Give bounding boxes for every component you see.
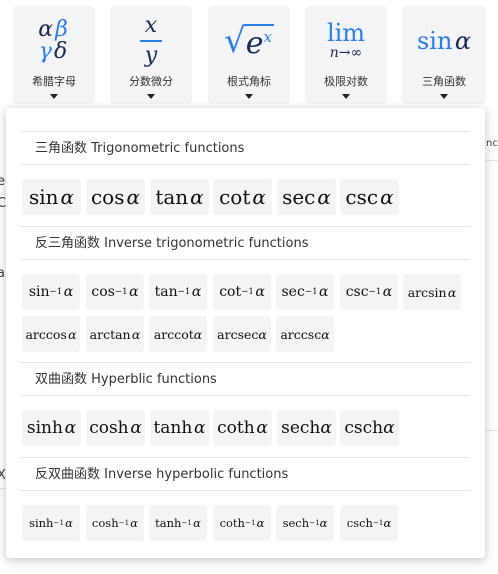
radical-icon: √ ex (224, 21, 274, 61)
radical-exponent: x (263, 28, 272, 46)
section-header-inverse-trig: 反三角函数 Inverse trigonometric functions (20, 226, 470, 260)
arccsc-button[interactable]: arccsc α (276, 316, 334, 352)
limit-subscript: n→∞ (329, 45, 363, 61)
cosh-button[interactable]: cosh α (86, 410, 145, 446)
greek-letters-icon: αβ γδ (38, 17, 70, 64)
arccos-power-button[interactable]: cos −1 α (86, 274, 144, 310)
inverse-sinh-button[interactable]: sinh −1 α (22, 505, 80, 541)
arccsc-power-button[interactable]: csc −1 α (340, 274, 398, 310)
fraction-icon: x y (110, 14, 192, 68)
greek-letters-label: 希腊字母 (32, 75, 76, 88)
arcsec-power-button[interactable]: sec −1 α (276, 274, 334, 310)
limit-log-button[interactable]: lim n→∞ 极限对数 (305, 6, 387, 104)
section-header-inverse-hyperbolic: 反双曲函数 Inverse hyperbolic functions (20, 457, 470, 491)
arccos-button[interactable]: arccos α (22, 316, 80, 352)
background-divider (486, 430, 498, 431)
trig-icon: sin α (402, 14, 486, 68)
chevron-down-icon (245, 94, 253, 99)
limit-log-label: 极限对数 (324, 75, 368, 88)
fraction-button[interactable]: x y 分数微分 (110, 6, 192, 104)
arcsin-button[interactable]: arcsin α (403, 274, 461, 310)
inverse-sech-button[interactable]: sech −1 α (276, 505, 334, 541)
background-text: a (0, 266, 5, 281)
inverse-cosh-button[interactable]: cosh −1 α (86, 505, 144, 541)
inverse-tanh-button[interactable]: tanh −1 α (149, 505, 207, 541)
chevron-down-icon (342, 94, 350, 99)
limit-icon: lim n→∞ (305, 14, 387, 68)
arcsec-button[interactable]: arcsec α (213, 316, 271, 352)
chevron-down-icon (50, 94, 58, 99)
inverse-csch-button[interactable]: csch −1 α (340, 505, 398, 541)
csch-button[interactable]: csch α (340, 410, 399, 446)
section-header-trig: 三角函数 Trigonometric functions (20, 131, 470, 165)
sinh-button[interactable]: sinh α (22, 410, 81, 446)
arcsin-power-button[interactable]: sin −1 α (22, 274, 80, 310)
trig-button[interactable]: sin α 三角函数 (402, 6, 486, 104)
radical-base: e (245, 26, 264, 61)
arccot-power-button[interactable]: cot −1 α (213, 274, 271, 310)
trig-functions-popup: 三角函数 Trigonometric functions sin α cos α… (6, 108, 485, 558)
inverse-coth-button[interactable]: coth −1 α (213, 505, 271, 541)
chevron-down-icon (147, 94, 155, 99)
radical-label: 根式角标 (227, 75, 271, 88)
section-header-hyperbolic: 双曲函数 Hyperblic functions (20, 362, 470, 396)
coth-button[interactable]: coth α (213, 410, 272, 446)
background-text: e (0, 174, 5, 189)
cos-button[interactable]: cos α (86, 179, 145, 215)
sec-button[interactable]: sec α (277, 179, 336, 215)
radical-button[interactable]: √ ex 根式角标 (208, 6, 290, 104)
trig-label: 三角函数 (422, 75, 466, 88)
trig-icon-fn: sin (416, 27, 453, 55)
background-text: nc (486, 138, 498, 149)
arctan-button[interactable]: arctan α (86, 316, 144, 352)
trig-icon-var: α (454, 27, 472, 55)
tanh-button[interactable]: tanh α (150, 410, 209, 446)
tan-button[interactable]: tan α (150, 179, 209, 215)
limit-text: lim (326, 19, 366, 47)
fraction-numerator: x (144, 13, 158, 38)
sin-button[interactable]: sin α (22, 179, 81, 215)
arctan-power-button[interactable]: tan −1 α (149, 274, 207, 310)
greek-letters-button[interactable]: αβ γδ 希腊字母 (13, 6, 95, 104)
chevron-down-icon (440, 94, 448, 99)
cot-button[interactable]: cot α (213, 179, 272, 215)
csc-button[interactable]: csc α (340, 179, 399, 215)
arccot-button[interactable]: arccot α (149, 316, 207, 352)
formula-toolbar: αβ γδ 希腊字母 x y 分数微分 √ ex 根式角标 lim n→∞ 极限… (0, 0, 498, 108)
sech-button[interactable]: sech α (277, 410, 336, 446)
background-divider (486, 160, 498, 161)
fraction-denominator: y (144, 43, 158, 68)
fraction-label: 分数微分 (129, 75, 173, 88)
